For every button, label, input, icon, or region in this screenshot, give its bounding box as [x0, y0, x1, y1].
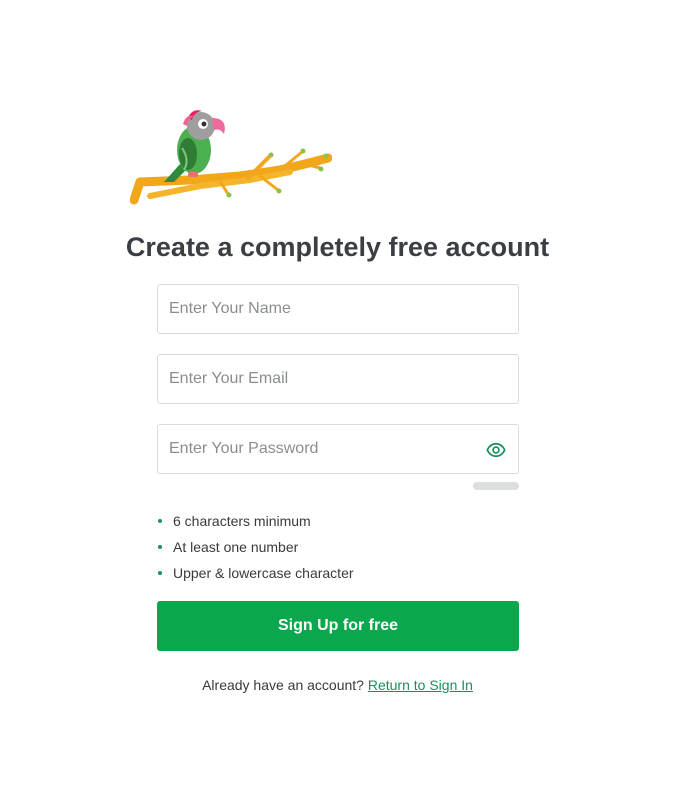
- password-strength-meter: [473, 482, 519, 490]
- password-field[interactable]: [157, 424, 519, 474]
- rule-label: Upper & lowercase character: [173, 565, 354, 581]
- signup-page: Create a completely free account 6 chara…: [0, 0, 675, 801]
- name-field[interactable]: [157, 284, 519, 334]
- email-input[interactable]: [158, 355, 518, 403]
- bullet-icon: [158, 519, 162, 523]
- eye-icon[interactable]: [486, 440, 506, 460]
- parrot-logo-icon: [130, 110, 332, 205]
- sign-in-prompt: Already have an account? Return to Sign …: [0, 675, 675, 695]
- email-field[interactable]: [157, 354, 519, 404]
- password-input[interactable]: [158, 425, 518, 473]
- list-item: 6 characters minimum: [157, 510, 354, 536]
- name-input[interactable]: [158, 285, 518, 333]
- return-to-sign-in-link[interactable]: Return to Sign In: [368, 677, 473, 693]
- list-item: At least one number: [157, 536, 354, 562]
- sign-up-button[interactable]: Sign Up for free: [157, 601, 519, 651]
- password-rules-list: 6 characters minimum At least one number…: [157, 510, 354, 588]
- page-title: Create a completely free account: [125, 232, 550, 262]
- rule-label: At least one number: [173, 539, 299, 555]
- list-item: Upper & lowercase character: [157, 562, 354, 588]
- rule-label: 6 characters minimum: [173, 513, 311, 529]
- bullet-icon: [158, 571, 162, 575]
- bullet-icon: [158, 545, 162, 549]
- sign-in-prompt-text: Already have an account?: [202, 677, 364, 693]
